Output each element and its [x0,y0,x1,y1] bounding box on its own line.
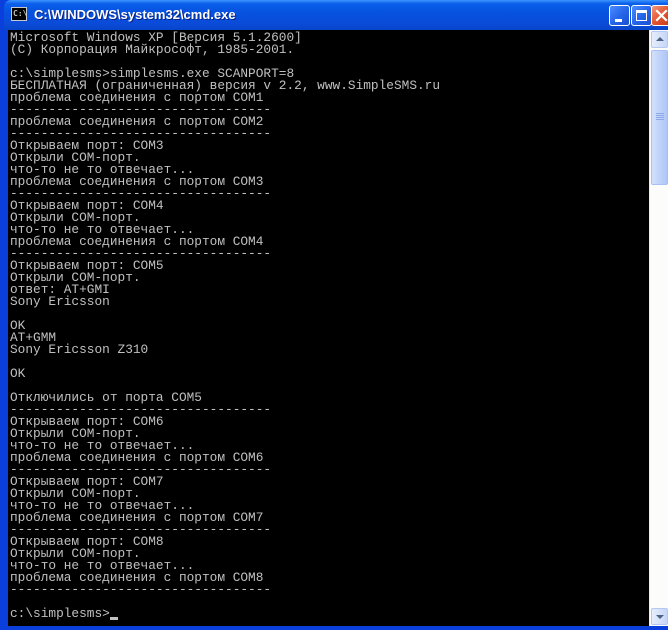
scroll-thumb[interactable] [651,50,668,185]
title-bar[interactable]: C:\ C:\WINDOWS\system32\cmd.exe [4,0,668,30]
cmd-window: C:\ C:\WINDOWS\system32\cmd.exe Microsof… [0,0,668,630]
thumb-grip-icon [656,115,664,116]
maximize-button[interactable] [631,5,652,26]
cmd-app-icon[interactable]: C:\ [11,7,27,21]
thumb-grip-icon [656,117,664,118]
thumb-grip-icon [656,119,664,120]
thumb-grip-icon [656,113,664,114]
close-button[interactable] [651,5,668,26]
vertical-scrollbar[interactable] [649,30,668,626]
scroll-up-arrow-icon [656,37,664,41]
window-title: C:\WINDOWS\system32\cmd.exe [34,7,236,22]
close-icon [655,9,668,22]
scroll-down-button[interactable] [651,608,668,625]
scroll-up-button[interactable] [651,31,668,48]
maximize-icon [636,10,647,21]
minimize-button[interactable] [609,5,630,26]
scroll-down-arrow-icon [656,615,664,619]
console-output[interactable]: Microsoft Windows XP [Версия 5.1.2600] (… [8,30,649,626]
console-text: Microsoft Windows XP [Версия 5.1.2600] (… [10,30,441,621]
text-cursor [110,617,119,620]
minimize-icon [615,19,622,22]
